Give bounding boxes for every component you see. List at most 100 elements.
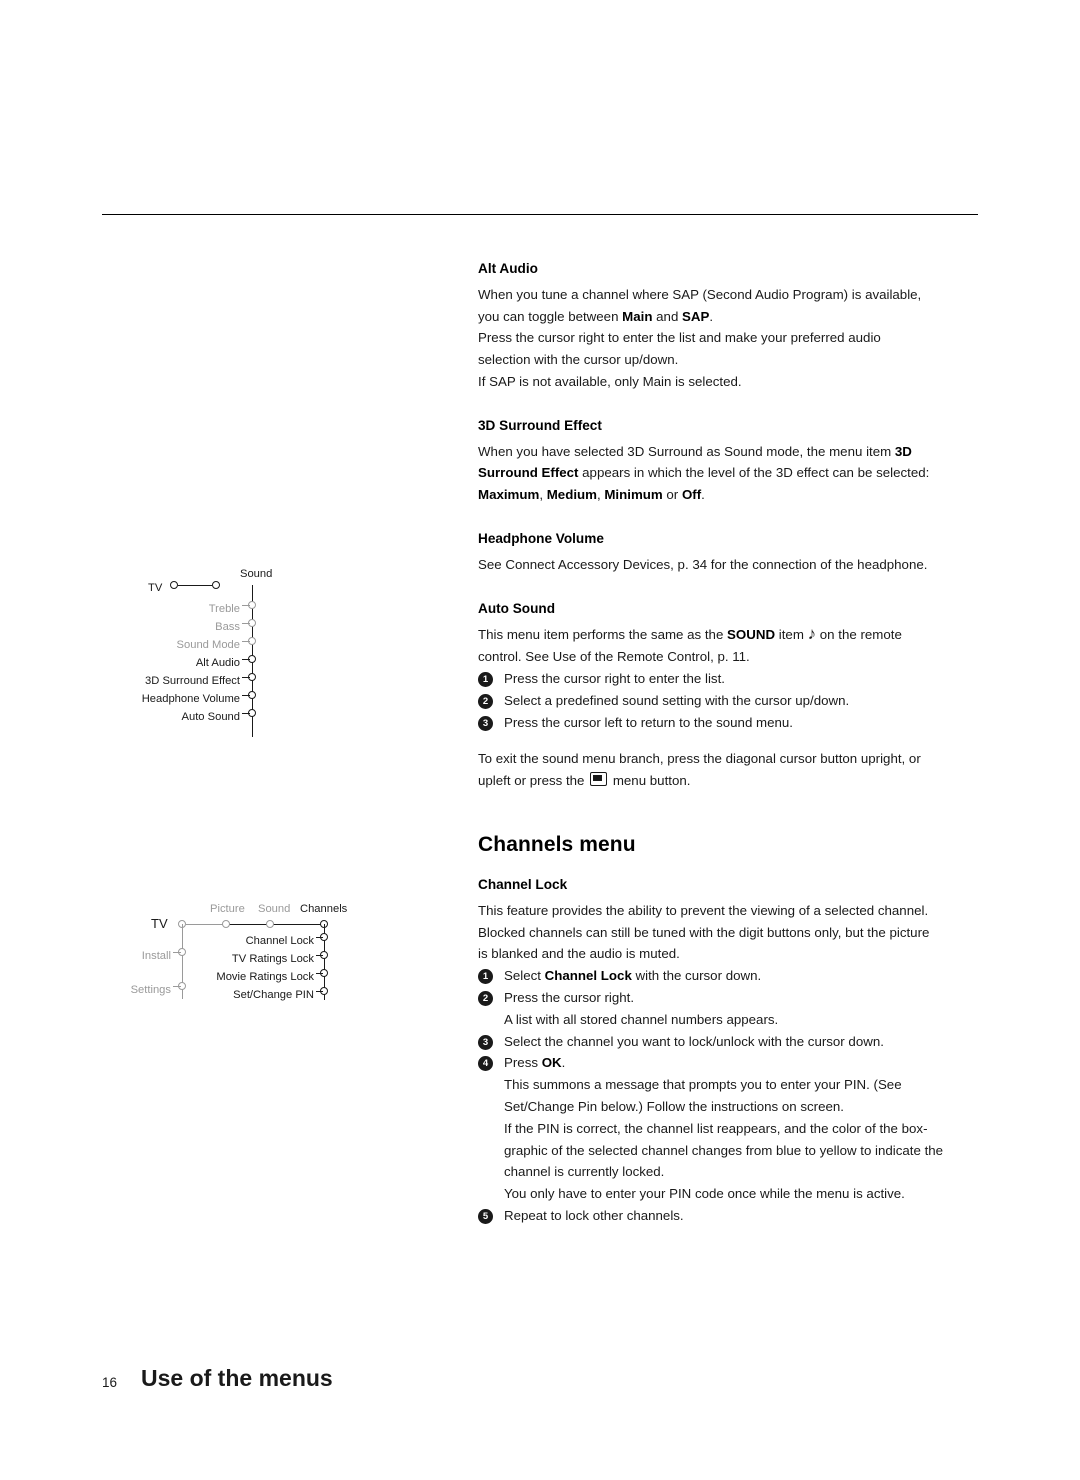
channels-diagram-top-label-channels: Channels	[300, 903, 348, 915]
step-number-badge: 2	[478, 693, 493, 709]
channels-diagram-item-label-tv-ratings-lock: TV Ratings Lock	[231, 953, 314, 965]
channels-diagram-item-label-channel-lock: Channel Lock	[245, 935, 314, 947]
auto-sound-sound-bold: SOUND	[727, 627, 776, 643]
channel-lock-step-4-line-5: graphic of the selected channel changes …	[504, 1142, 944, 1158]
exit-note-line-1: To exit the sound menu branch, press the…	[478, 751, 921, 767]
sound-diagram-item-connector-alt-audio	[242, 658, 250, 660]
exit-note-line-2-pre: upleft or press the	[478, 773, 589, 789]
step-number-badge: 4	[478, 1056, 493, 1072]
auto-sound-steps: 1 Press the cursor right to enter the lis…	[478, 668, 980, 733]
channel-lock-step-2: 2 Press the cursor right. A list with al…	[478, 987, 980, 1031]
auto-sound-step-1: 1 Press the cursor right to enter the lis…	[478, 668, 980, 690]
channel-lock-line-1: This feature provides the ability to pre…	[478, 902, 929, 918]
alt-audio-main-bold: Main	[622, 308, 653, 324]
surround-max-bold: Maximum	[478, 487, 540, 503]
channels-diagram-top-node-sound	[266, 920, 274, 928]
surround-line-2-post: appears in which the level of the 3D eff…	[578, 465, 930, 481]
alt-audio-line-3: Press the cursor right to enter the list…	[478, 330, 881, 346]
step-number-badge: 1	[478, 671, 493, 687]
channels-diagram-top-label-sound: Sound	[258, 903, 291, 915]
sound-diagram-item-connector-auto-sound	[242, 712, 250, 714]
channel-lock-step-1-bold: Channel Lock	[544, 968, 632, 984]
channel-lock-step-4-line-4: If the PIN is correct, the channel list …	[504, 1120, 928, 1136]
page-number: 16	[102, 1375, 118, 1390]
auto-sound-step-2: 2 Select a predefined sound setting with …	[478, 690, 980, 712]
sound-diagram-item-connector-sound-mode	[242, 640, 250, 642]
sound-diagram-item-connector-3d-surround-effect	[242, 676, 250, 678]
channels-menu-title: Channels menu	[478, 833, 636, 856]
channels-diagram-left-connector-settings	[173, 985, 181, 987]
exit-note-line-2-post: menu button.	[609, 773, 691, 789]
channels-diagram-left-label-settings: Settings	[130, 984, 171, 996]
step-number-badge: 3	[478, 715, 493, 731]
channels-diagram-item-connector-set-change-pin	[316, 990, 323, 992]
auto-sound-line-1-mid: item	[775, 627, 808, 643]
channels-diagram-top-label-picture: Picture	[210, 903, 245, 915]
auto-sound-step-3-text: Press the cursor left to return to the s…	[504, 714, 793, 730]
surround-line-2: Surround Effect appears in which the lev…	[478, 462, 980, 484]
channels-diagram-left-connector-install	[173, 951, 181, 953]
channel-lock-step-4-pre: Press	[504, 1055, 542, 1071]
surround-sep-1: ,	[539, 487, 547, 503]
sound-diagram-root-connector	[178, 584, 212, 586]
step-number-badge: 5	[478, 1208, 493, 1224]
sound-diagram-item-label-alt-audio: Alt Audio	[195, 657, 240, 669]
channel-lock-step-3-text: Select the channel you want to lock/unlo…	[504, 1033, 884, 1049]
header-rule	[102, 214, 978, 215]
alt-audio-line-4: selection with the cursor up/down.	[478, 352, 679, 368]
alt-audio-line-2-post: .	[709, 308, 714, 324]
channel-lock-step-2-line-2: A list with all stored channel numbers a…	[504, 1011, 779, 1027]
auto-sound-line-1-pre: This menu item performs the same as the	[478, 627, 728, 643]
step-number-badge: 2	[478, 990, 493, 1006]
surround-3d-bold: 3D	[894, 443, 912, 459]
channels-diagram-item-label-movie-ratings-lock: Movie Ratings Lock	[216, 971, 314, 983]
auto-sound-step-3: 3 Press the cursor left to return to the …	[478, 712, 980, 734]
channel-lock-step-5-text: Repeat to lock other channels.	[504, 1207, 684, 1223]
alt-audio-line-1: When you tune a channel where SAP (Secon…	[478, 286, 922, 302]
sound-diagram-item-connector-headphone-volume	[242, 694, 250, 696]
channels-diagram-item-connector-channel-lock	[316, 936, 323, 938]
sound-diagram-branch-label: Sound	[240, 568, 273, 580]
channel-lock-line-3: is blanked and the audio is muted.	[478, 946, 680, 962]
surround-line-1: When you have selected 3D Surround as So…	[478, 441, 980, 463]
channels-menu-diagram: Picture Sound Channels TV Install Settin…	[130, 895, 390, 1015]
channel-lock-step-1-pre: Select	[504, 968, 545, 984]
sound-diagram-item-label-auto-sound: Auto Sound	[181, 711, 240, 723]
channels-diagram-item-connector-tv-ratings-lock	[316, 954, 323, 956]
surround-minimum-bold: Minimum	[604, 487, 663, 503]
surround-medium-bold: Medium	[546, 487, 597, 503]
headphone-line-1: See Connect Accessory Devices, p. 34 for…	[478, 556, 928, 572]
channel-lock-step-5: 5 Repeat to lock other channels.	[478, 1205, 980, 1227]
channel-lock-step-4-line-7: You only have to enter your PIN code onc…	[504, 1186, 905, 1202]
alt-audio-line-2-pre: you can toggle between	[478, 308, 623, 324]
music-note-icon: ♪	[807, 624, 817, 644]
channel-lock-line-2: Blocked channels can still be tuned with…	[478, 924, 930, 940]
surround-heading: 3D Surround Effect	[478, 417, 602, 433]
channels-diagram-top-spine-right	[224, 923, 324, 925]
channel-lock-step-4: 4 Press OK. This summons a message that …	[478, 1052, 980, 1205]
step-number-badge: 3	[478, 1034, 493, 1050]
channel-lock-step-1: 1 Select Channel Lock with the cursor do…	[478, 965, 980, 987]
channels-diagram-left-label-install: Install	[141, 950, 171, 962]
channel-lock-step-1-post: with the cursor down.	[631, 968, 762, 984]
channel-lock-step-4-line-1: Press OK.	[504, 1052, 980, 1074]
sound-diagram-item-label-sound-mode: Sound Mode	[176, 639, 240, 651]
alt-audio-heading: Alt Audio	[478, 261, 538, 276]
auto-sound-line-1-post: on the remote	[816, 627, 902, 643]
surround-line-3: Maximum, Medium, Minimum or Off.	[478, 484, 980, 506]
surround-line-1-pre: When you have selected 3D Surround as So…	[478, 443, 895, 459]
channels-section-text: Channel Lock This feature provides the a…	[478, 874, 980, 1227]
sound-menu-diagram: TV Sound Treble Bass Sound Mode Alt Audi…	[130, 282, 390, 737]
menu-button-icon	[590, 772, 608, 787]
channel-lock-step-3: 3 Select the channel you want to lock/un…	[478, 1031, 980, 1053]
channels-diagram-item-connector-movie-ratings-lock	[316, 972, 323, 974]
headphone-heading: Headphone Volume	[478, 530, 604, 546]
step-number-badge: 1	[478, 969, 493, 985]
alt-audio-line-5: If SAP is not available, only Main is se…	[478, 373, 742, 389]
footer-title: Use of the menus	[141, 1365, 333, 1391]
channels-diagram-item-label-set-change-pin: Set/Change PIN	[233, 989, 314, 1001]
auto-sound-step-1-text: Press the cursor right to enter the list…	[504, 670, 725, 686]
channel-lock-heading: Channel Lock	[478, 877, 568, 892]
channel-lock-ok-bold: OK	[541, 1055, 562, 1071]
alt-audio-line-2: you can toggle between Main and SAP.	[478, 306, 980, 328]
